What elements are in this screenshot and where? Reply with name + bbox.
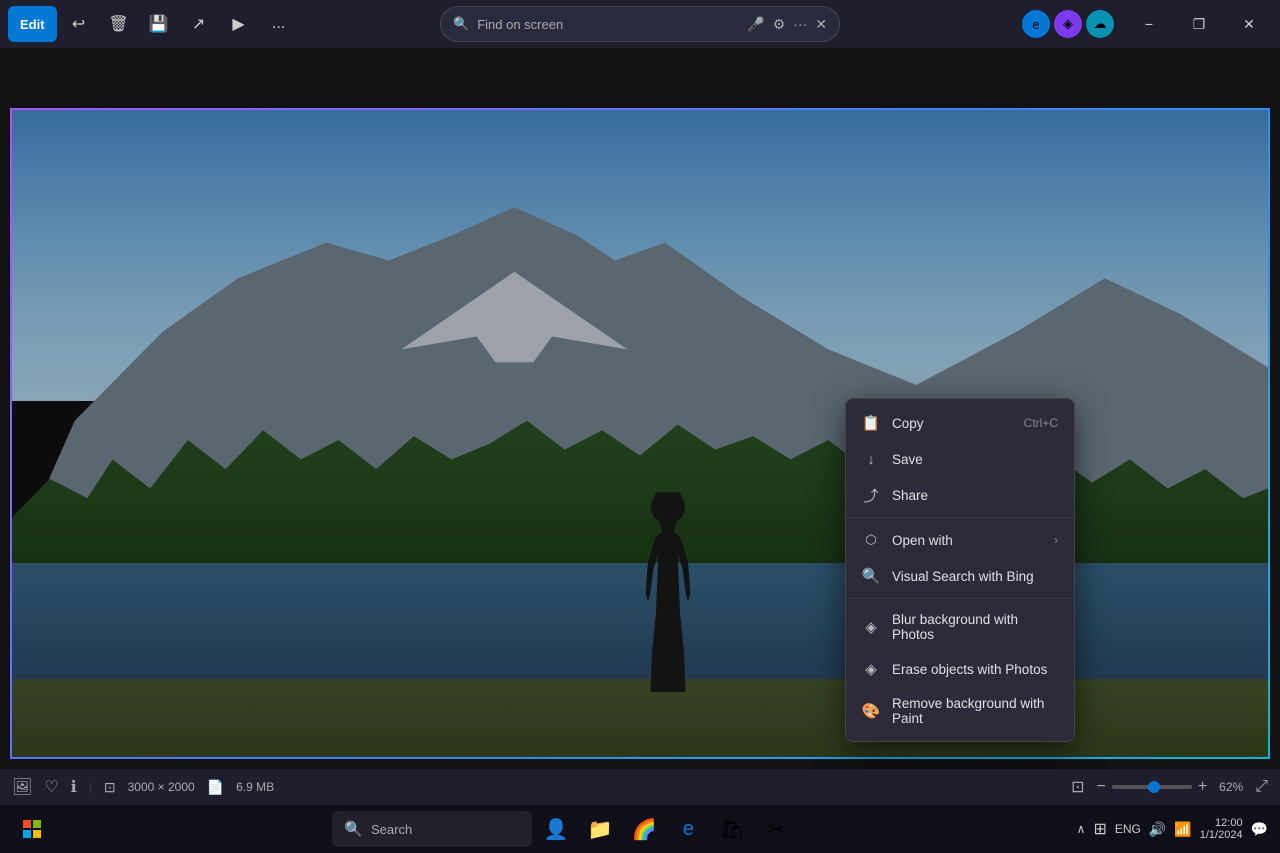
statusbar-right: ⊡ − + 62% ⤢ bbox=[1071, 777, 1268, 797]
context-menu-divider-2 bbox=[846, 598, 1074, 599]
taskbar-search-icon: 🔍 bbox=[344, 820, 363, 838]
tray-chevron[interactable]: ∧ bbox=[1077, 822, 1086, 836]
taskbar-avatar[interactable]: 👤 bbox=[536, 809, 576, 849]
share-button[interactable]: ↗ bbox=[181, 6, 217, 42]
zoom-slider[interactable] bbox=[1112, 785, 1192, 789]
photo-container[interactable] bbox=[10, 108, 1270, 759]
blur-bg-icon: ◈ bbox=[862, 618, 880, 636]
titlebar-left: Edit ↩ 🗑 💾 ↗ ▶ ... bbox=[8, 6, 297, 42]
context-menu-visual-search[interactable]: 🔍 Visual Search with Bing bbox=[846, 558, 1074, 594]
context-menu-copy[interactable]: 📋 Copy Ctrl+C bbox=[846, 405, 1074, 441]
fit-icon[interactable]: ⤢ bbox=[1255, 778, 1268, 796]
system-tray: ∧ ⊞ ENG 🔊 📶 12:001/1/2024 💬 bbox=[1077, 817, 1268, 841]
context-menu: 📋 Copy Ctrl+C ↓ Save ⤴ Share ⬡ Open with… bbox=[845, 398, 1075, 742]
open-with-icon: ⬡ bbox=[862, 531, 880, 549]
search-bar-icons: 🎤 ⚙ ··· ✕ bbox=[747, 16, 827, 33]
favorites-icon[interactable]: ♡ bbox=[44, 777, 58, 797]
title-bar: Edit ↩ 🗑 💾 ↗ ▶ ... 🔍 Find on screen 🎤 ⚙ … bbox=[0, 0, 1280, 48]
save-label: Save bbox=[892, 452, 923, 467]
visual-search-label: Visual Search with Bing bbox=[892, 569, 1034, 584]
save-button[interactable]: 💾 bbox=[141, 6, 177, 42]
visual-search-icon: 🔍 bbox=[862, 567, 880, 585]
view-mode-icon[interactable]: ⊡ bbox=[1071, 777, 1084, 797]
edit-button[interactable]: Edit bbox=[8, 6, 57, 42]
titlebar-right: e ◈ ☁ − ❐ ✕ bbox=[1022, 6, 1272, 42]
zoom-out-button[interactable]: − bbox=[1096, 778, 1105, 796]
share-icon: ⤴ bbox=[862, 486, 880, 504]
tray-language[interactable]: ENG bbox=[1115, 822, 1141, 836]
search-icon: 🔍 bbox=[453, 16, 469, 32]
open-with-label: Open with bbox=[892, 533, 953, 548]
taskbar-search[interactable]: 🔍 Search bbox=[332, 811, 532, 847]
taskbar-edge[interactable]: e bbox=[668, 809, 708, 849]
cloud-icon: ☁ bbox=[1086, 10, 1114, 38]
undo-button[interactable]: ↩ bbox=[61, 6, 97, 42]
edge-icon: e bbox=[1022, 10, 1050, 38]
taskbar-photos[interactable]: 🌈 bbox=[624, 809, 664, 849]
mic-icon[interactable]: 🎤 bbox=[747, 16, 764, 33]
dark-overlay bbox=[12, 110, 1268, 757]
taskbar: 🔍 Search 👤 📁 🌈 e 🛍 ✂ ∧ ⊞ ENG 🔊 📶 12:001/… bbox=[0, 805, 1280, 853]
filesize-icon: 📄 bbox=[207, 779, 224, 796]
dimensions-icon: ⊡ bbox=[104, 779, 116, 796]
tray-speaker[interactable]: 🔊 bbox=[1149, 821, 1166, 838]
context-menu-save[interactable]: ↓ Save bbox=[846, 441, 1074, 477]
context-menu-erase-objects[interactable]: ◈ Erase objects with Photos bbox=[846, 651, 1074, 687]
taskbar-center: 🔍 Search 👤 📁 🌈 e 🛍 ✂ bbox=[52, 809, 1077, 849]
context-menu-divider-1 bbox=[846, 517, 1074, 518]
find-on-screen-bar[interactable]: 🔍 Find on screen 🎤 ⚙ ··· ✕ bbox=[440, 6, 840, 42]
tray-notification[interactable]: 💬 bbox=[1251, 821, 1268, 838]
gallery-icon: 🖼 bbox=[12, 777, 32, 797]
save-icon: ↓ bbox=[862, 450, 880, 468]
copy-shortcut: Ctrl+C bbox=[1024, 416, 1058, 430]
photo-scene bbox=[12, 110, 1268, 757]
erase-objects-label: Erase objects with Photos bbox=[892, 662, 1047, 677]
zoom-thumb bbox=[1148, 781, 1160, 793]
context-menu-blur-bg[interactable]: ◈ Blur background with Photos bbox=[846, 603, 1074, 651]
zoom-control[interactable]: − + bbox=[1096, 778, 1207, 796]
close-search-icon[interactable]: ✕ bbox=[815, 16, 827, 33]
settings-icon[interactable]: ⚙ bbox=[773, 16, 786, 33]
taskbar-left bbox=[12, 809, 52, 849]
blur-bg-label: Blur background with Photos bbox=[892, 612, 1058, 642]
status-bar: 🖼 ♡ ℹ | ⊡ 3000 × 2000 📄 6.9 MB ⊡ − + 62%… bbox=[0, 769, 1280, 805]
context-menu-open-with[interactable]: ⬡ Open with › bbox=[846, 522, 1074, 558]
zoom-level: 62% bbox=[1219, 780, 1243, 794]
share-label: Share bbox=[892, 488, 928, 503]
maximize-button[interactable]: ❐ bbox=[1176, 6, 1222, 42]
zoom-in-button[interactable]: + bbox=[1198, 778, 1207, 796]
titlebar-center: 🔍 Find on screen 🎤 ⚙ ··· ✕ bbox=[440, 6, 840, 42]
image-filesize: 6.9 MB bbox=[236, 780, 274, 794]
system-icons: e ◈ ☁ bbox=[1022, 10, 1114, 38]
context-menu-remove-bg[interactable]: 🎨 Remove background with Paint bbox=[846, 687, 1074, 735]
search-placeholder-text: Find on screen bbox=[477, 17, 563, 32]
open-with-arrow: › bbox=[1054, 533, 1058, 547]
image-dimensions: 3000 × 2000 bbox=[128, 780, 195, 794]
delete-button[interactable]: 🗑 bbox=[101, 6, 137, 42]
main-photo-area: 📋 Copy Ctrl+C ↓ Save ⤴ Share ⬡ Open with… bbox=[0, 48, 1280, 769]
context-menu-share[interactable]: ⤴ Share bbox=[846, 477, 1074, 513]
taskbar-explorer[interactable]: 📁 bbox=[580, 809, 620, 849]
more-icon[interactable]: ··· bbox=[793, 16, 807, 32]
slideshow-button[interactable]: ▶ bbox=[221, 6, 257, 42]
widget-icon: ◈ bbox=[1054, 10, 1082, 38]
tray-network[interactable]: 📶 bbox=[1174, 821, 1191, 838]
minimize-button[interactable]: − bbox=[1126, 6, 1172, 42]
taskbar-right: ∧ ⊞ ENG 🔊 📶 12:001/1/2024 💬 bbox=[1077, 817, 1268, 841]
taskbar-search-text: Search bbox=[371, 822, 412, 837]
more-button[interactable]: ... bbox=[261, 6, 297, 42]
erase-icon: ◈ bbox=[862, 660, 880, 678]
paint-icon: 🎨 bbox=[862, 702, 880, 720]
copy-label: Copy bbox=[892, 416, 924, 431]
remove-bg-label: Remove background with Paint bbox=[892, 696, 1058, 726]
close-button[interactable]: ✕ bbox=[1226, 6, 1272, 42]
tray-time: 12:001/1/2024 bbox=[1200, 817, 1243, 841]
windows-start-button[interactable] bbox=[12, 809, 52, 849]
copy-icon: 📋 bbox=[862, 414, 880, 432]
separator-1: | bbox=[89, 780, 92, 794]
taskbar-store[interactable]: 🛍 bbox=[712, 809, 752, 849]
taskbar-snipping[interactable]: ✂ bbox=[756, 809, 796, 849]
tray-widgets[interactable]: ⊞ bbox=[1093, 819, 1106, 839]
info-icon[interactable]: ℹ bbox=[71, 777, 77, 797]
